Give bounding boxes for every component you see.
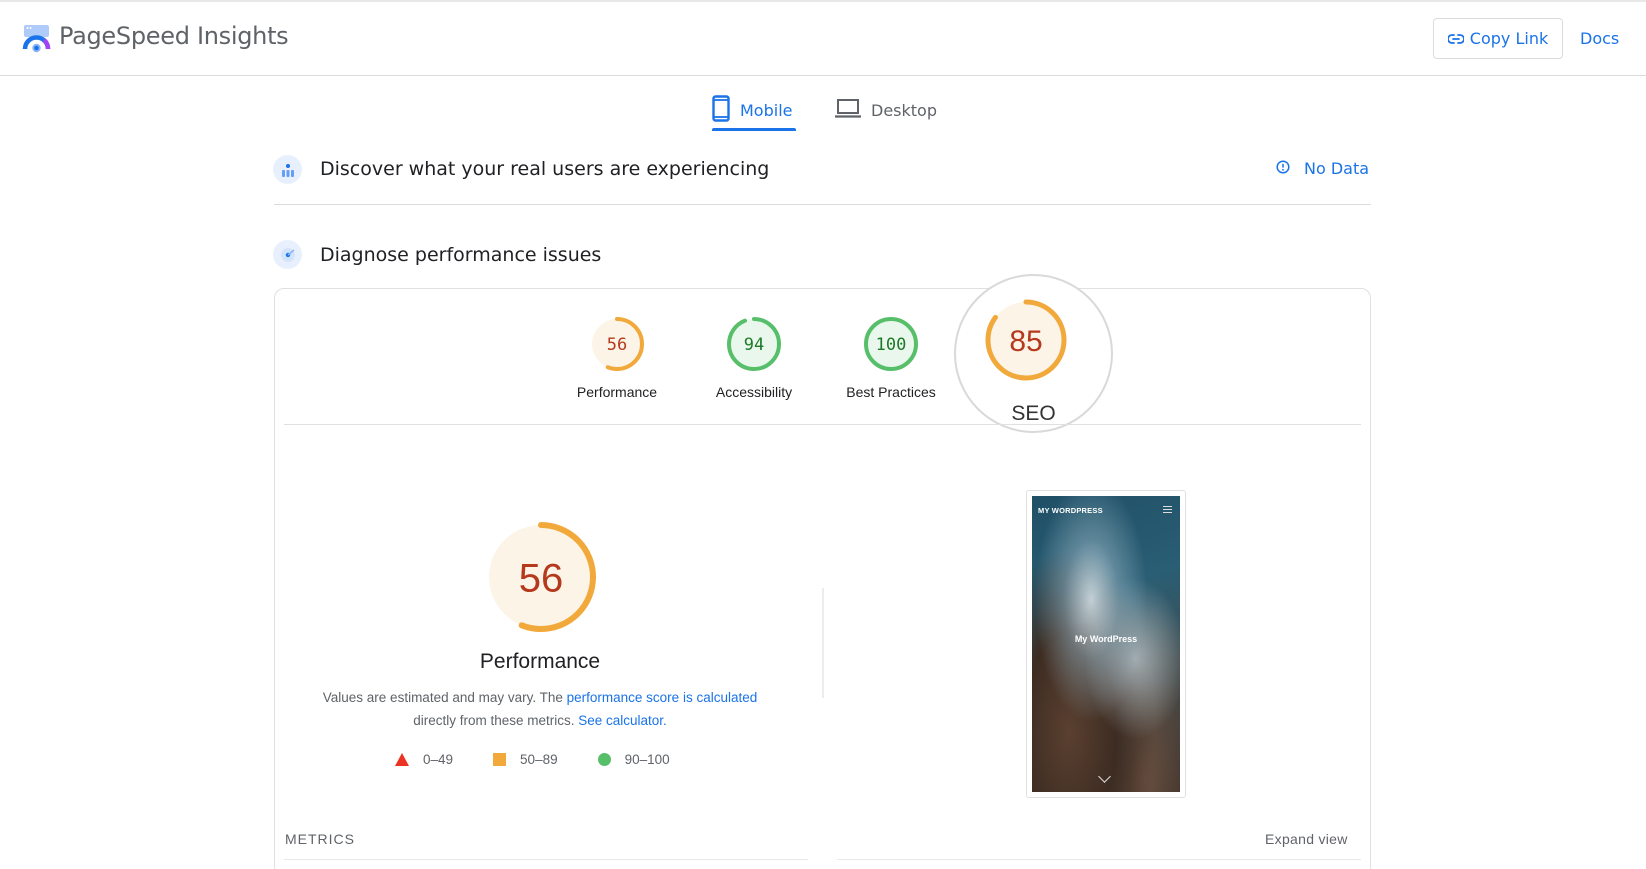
legend-range: 90–100	[624, 752, 670, 767]
hamburger-menu-icon	[1163, 506, 1172, 513]
gauge-ring: 94	[727, 317, 781, 371]
gauge-label: SEO	[1011, 402, 1056, 425]
copy-link-button[interactable]: Copy Link	[1433, 18, 1563, 59]
no-data-label: No Data	[1304, 159, 1370, 178]
score-calculation-link[interactable]: performance score is calculated	[567, 690, 758, 705]
legend-range: 50–89	[520, 752, 558, 767]
gauge-label: Best Practices	[846, 384, 936, 400]
laptop-icon	[835, 98, 861, 122]
screenshot-site-brand: MY WORDPRESS	[1038, 506, 1103, 515]
score-legend: 0–49 50–89 90–100	[395, 752, 710, 767]
performance-gauge-large: 56	[483, 519, 599, 635]
report-card	[274, 288, 1371, 869]
info-icon	[1276, 159, 1290, 178]
gauge-label: Accessibility	[715, 384, 793, 400]
gauge-ring: 56	[486, 522, 596, 632]
performance-description: Values are estimated and may vary. The p…	[300, 686, 780, 732]
gauge-best-practices[interactable]: 100 Best Practices	[826, 315, 956, 400]
description-text: Values are estimated and may vary. The	[322, 690, 567, 705]
active-tab-indicator	[712, 128, 796, 131]
legend-range: 0–49	[423, 752, 454, 767]
performance-title: Performance	[479, 650, 601, 673]
legend-item-pass: 90–100	[597, 752, 670, 767]
legend-item-fail: 0–49	[395, 752, 453, 767]
app-title[interactable]: PageSpeed Insights	[59, 22, 289, 50]
gauge-score: 94	[744, 335, 764, 355]
card-divider	[284, 424, 1361, 425]
smartphone-icon	[712, 94, 730, 126]
circle-icon	[597, 753, 611, 766]
gauge-score: 85	[1009, 325, 1042, 358]
chevron-down-icon	[1098, 770, 1111, 783]
tab-desktop[interactable]: Desktop	[835, 88, 937, 132]
gauge-ring: 100	[864, 317, 918, 371]
pagespeed-logo-icon[interactable]	[22, 24, 51, 53]
docs-link[interactable]: Docs	[1580, 29, 1619, 48]
gauge-ring: 85	[985, 299, 1067, 381]
gauge-ring: 56	[590, 317, 644, 371]
legend-item-average: 50–89	[493, 752, 558, 767]
metrics-heading: METRICS	[285, 831, 355, 847]
tab-mobile-label: Mobile	[740, 100, 793, 120]
gauge-performance[interactable]: 56 Performance	[552, 315, 682, 400]
copy-link-label: Copy Link	[1469, 29, 1549, 48]
no-data-status[interactable]: No Data	[1276, 159, 1369, 178]
section-divider	[274, 204, 1371, 205]
description-text: directly from these metrics.	[413, 713, 579, 728]
square-icon	[493, 753, 507, 766]
gauge-score: 56	[607, 335, 627, 355]
users-chart-icon	[273, 155, 302, 184]
radar-icon	[273, 240, 302, 269]
gauge-score: 100	[876, 335, 907, 355]
vertical-divider	[822, 588, 824, 698]
see-calculator-link[interactable]: See calculator.	[578, 713, 667, 728]
screenshot-image: MY WORDPRESS My WordPress	[1032, 496, 1180, 792]
page-screenshot[interactable]: MY WORDPRESS My WordPress	[1026, 490, 1186, 798]
tab-desktop-label: Desktop	[871, 100, 937, 120]
gauge-label: Performance	[576, 384, 658, 400]
field-data-title: Discover what your real users are experi…	[320, 158, 770, 180]
screenshot-site-title: My WordPress	[1074, 634, 1138, 644]
lab-data-title: Diagnose performance issues	[320, 244, 602, 266]
gauge-score: 56	[519, 556, 564, 600]
link-icon	[1446, 29, 1465, 48]
metrics-divider	[284, 859, 808, 860]
tab-mobile[interactable]: Mobile	[712, 88, 792, 132]
triangle-icon	[395, 753, 409, 766]
metrics-divider	[837, 859, 1361, 860]
gauge-accessibility[interactable]: 94 Accessibility	[689, 315, 819, 400]
expand-view-button[interactable]: Expand view	[1265, 831, 1348, 847]
gauge-seo[interactable]: 85	[982, 296, 1070, 384]
